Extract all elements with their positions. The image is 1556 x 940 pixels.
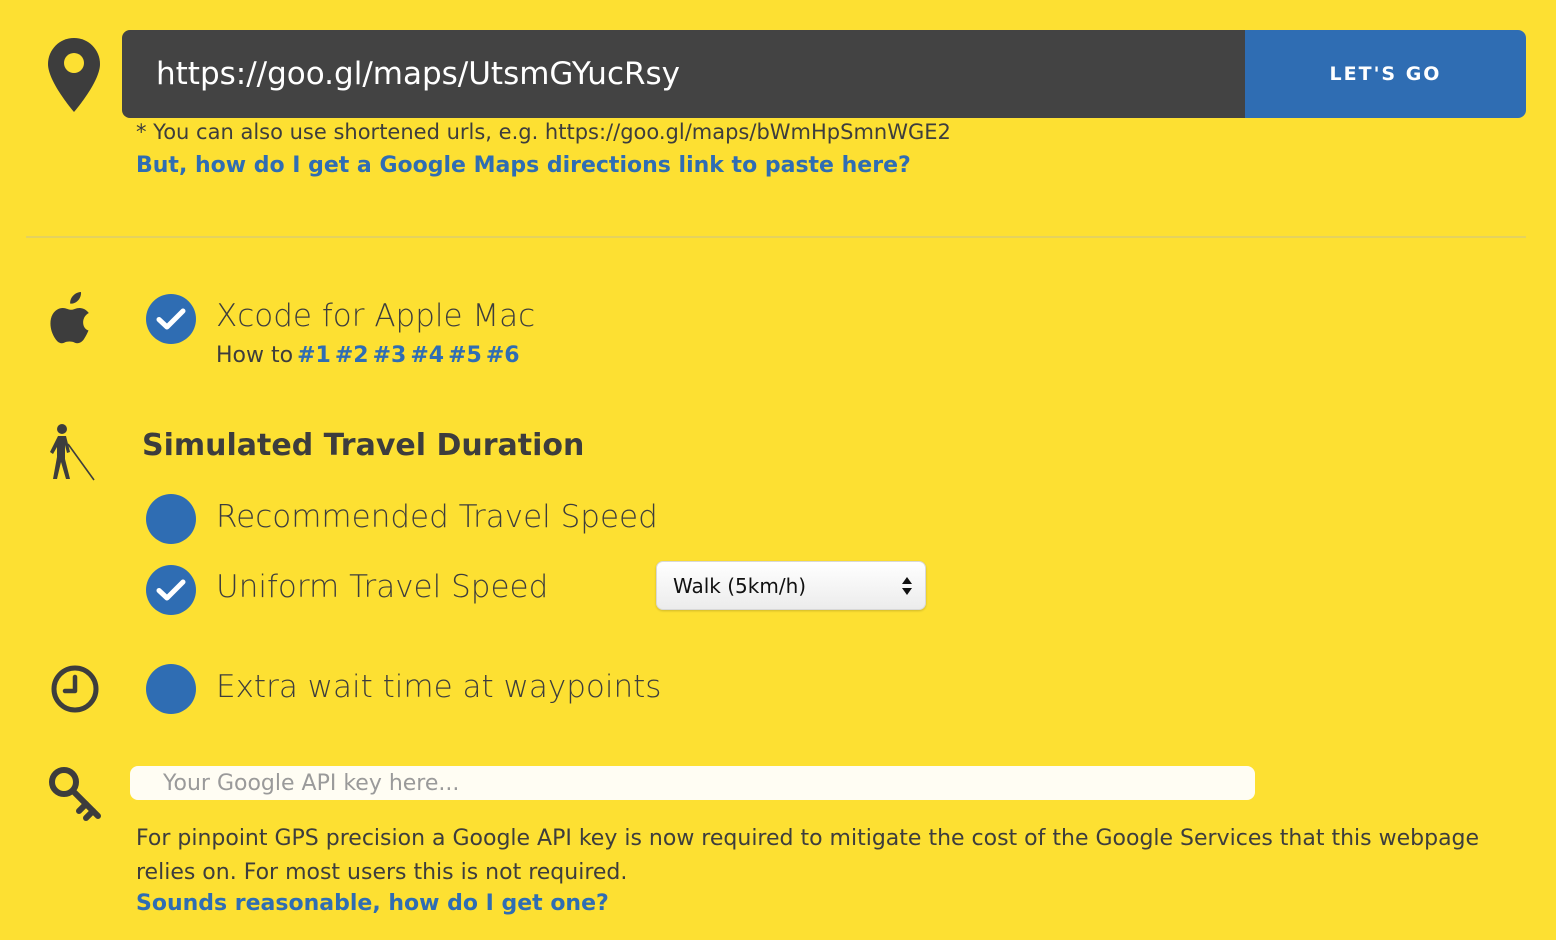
- xcode-label: Xcode for Apple Mac: [216, 298, 536, 334]
- section-divider: [26, 236, 1526, 238]
- checkmark-icon: [156, 579, 186, 601]
- howto-link-4[interactable]: #4: [410, 343, 444, 368]
- apple-icon: [50, 292, 89, 344]
- howto-links: How to #1 #2 #3 #4 #5 #6: [216, 343, 520, 368]
- wait-time-checkbox[interactable]: [146, 664, 196, 714]
- key-icon: [49, 767, 101, 821]
- recommended-speed-radio[interactable]: [146, 494, 196, 544]
- lets-go-button[interactable]: LET'S GO: [1245, 30, 1526, 118]
- howto-link-1[interactable]: #1: [297, 343, 331, 368]
- maps-url-input[interactable]: [122, 30, 1245, 118]
- howto-link-2[interactable]: #2: [335, 343, 369, 368]
- walker-icon: [50, 424, 95, 481]
- url-hint-text: * You can also use shortened urls, e.g. …: [136, 120, 951, 144]
- maps-link-help-link[interactable]: But, how do I get a Google Maps directio…: [136, 153, 911, 178]
- api-key-note: For pinpoint GPS precision a Google API …: [136, 826, 1480, 885]
- speed-select[interactable]: Walk (5km/h): [656, 561, 926, 610]
- xcode-checkbox[interactable]: [146, 294, 196, 344]
- clock-icon: [51, 665, 99, 713]
- travel-duration-title: Simulated Travel Duration: [142, 428, 585, 463]
- api-key-input[interactable]: [130, 766, 1255, 800]
- api-key-help-link[interactable]: Sounds reasonable, how do I get one?: [136, 891, 609, 916]
- checkmark-icon: [156, 308, 186, 330]
- uniform-speed-label: Uniform Travel Speed: [216, 569, 549, 605]
- speed-select-value: Walk (5km/h): [673, 573, 807, 598]
- map-pin-icon: [48, 38, 100, 112]
- uniform-speed-radio[interactable]: [146, 565, 196, 615]
- select-arrows-icon: [902, 576, 912, 595]
- howto-prefix: How to: [216, 343, 294, 368]
- url-bar: LET'S GO: [122, 30, 1526, 118]
- howto-link-5[interactable]: #5: [448, 343, 482, 368]
- wait-time-label: Extra wait time at waypoints: [216, 669, 662, 705]
- recommended-speed-label: Recommended Travel Speed: [216, 499, 658, 535]
- howto-link-6[interactable]: #6: [486, 343, 520, 368]
- howto-link-3[interactable]: #3: [373, 343, 407, 368]
